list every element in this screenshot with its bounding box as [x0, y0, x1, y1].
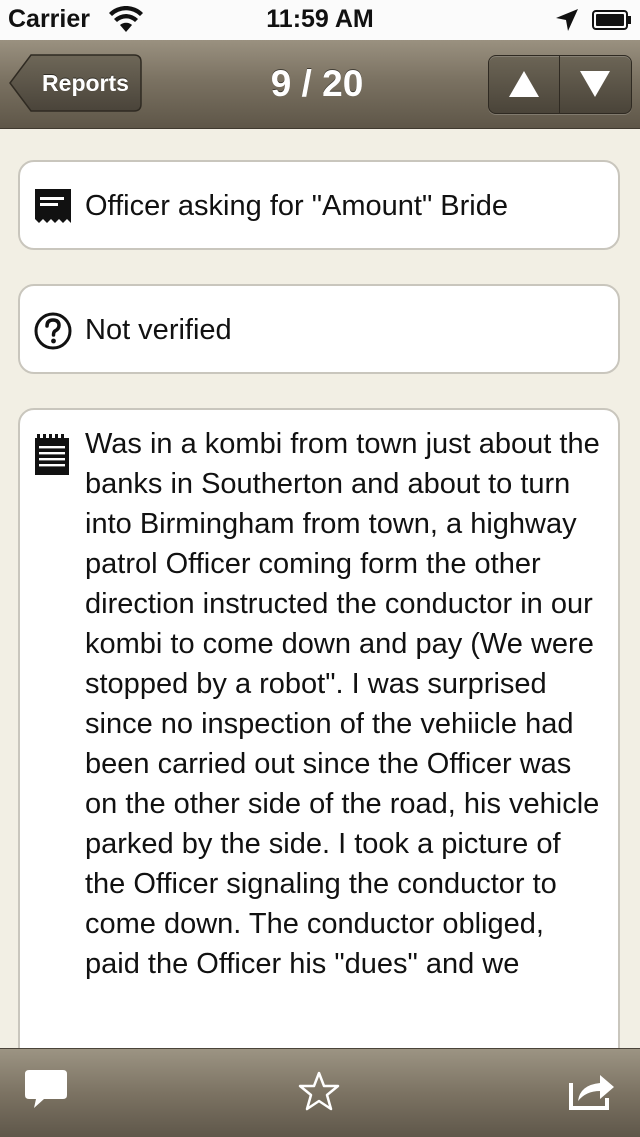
report-pager — [488, 55, 632, 114]
verification-status-card: Not verified — [18, 284, 620, 374]
report-description-card: Was in a kombi from town just about the … — [18, 408, 620, 1108]
bottom-toolbar — [0, 1048, 640, 1137]
receipt-icon — [35, 189, 71, 223]
comment-icon — [25, 1070, 67, 1108]
back-button-label: Reports — [42, 70, 129, 96]
report-title: Officer asking for "Amount" Bride — [85, 190, 509, 222]
favorite-button[interactable] — [280, 1049, 360, 1137]
triangle-up-icon — [509, 71, 539, 97]
page-title: 9 / 20 — [270, 63, 364, 104]
report-title-card: Officer asking for "Amount" Bride — [18, 160, 620, 250]
share-button[interactable] — [552, 1049, 632, 1137]
next-report-button[interactable] — [560, 56, 630, 113]
clock-label: 11:59 AM — [266, 5, 374, 33]
navigation-bar: Reports 9 / 20 — [0, 40, 640, 129]
comment-button[interactable] — [2, 1049, 82, 1137]
status-bar: Carrier 11:59 AM — [0, 0, 640, 40]
location-arrow-icon — [556, 9, 578, 31]
back-button-reports[interactable]: Reports — [9, 54, 142, 112]
verification-status: Not verified — [85, 314, 232, 346]
triangle-down-icon — [580, 71, 610, 97]
battery-icon — [592, 10, 631, 30]
share-icon — [569, 1075, 614, 1110]
previous-report-button[interactable] — [489, 56, 560, 113]
report-description: Was in a kombi from town just about the … — [85, 428, 600, 980]
star-icon — [298, 1071, 340, 1111]
notepad-icon — [35, 434, 69, 475]
question-circle-icon — [34, 312, 72, 350]
